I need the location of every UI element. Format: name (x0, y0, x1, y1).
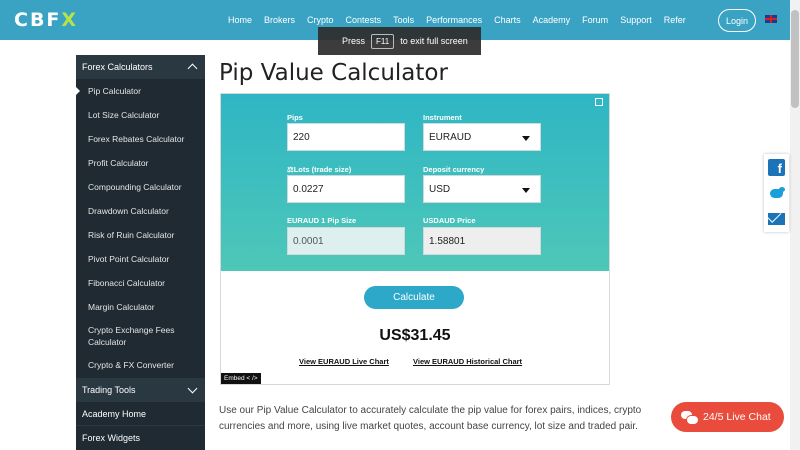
live-chart-link[interactable]: View EURAUD Live Chart (299, 357, 389, 366)
embed-button[interactable]: Embed < /> (221, 373, 261, 384)
nav-crypto[interactable]: Crypto (307, 15, 334, 25)
caret-down-icon (522, 136, 530, 141)
logo-main: CBF (14, 9, 62, 31)
share-bar: f (764, 154, 789, 232)
share-facebook[interactable]: f (764, 154, 789, 180)
calculator-form-panel: Pips 220 Instrument EURAUD ⚖Lots (trade … (221, 94, 609, 271)
calculate-button[interactable]: Calculate (364, 286, 464, 309)
pips-label: Pips (287, 113, 303, 122)
price-field: 1.58801 (423, 227, 541, 255)
page-title: Pip Value Calculator (219, 60, 448, 86)
nav-support[interactable]: Support (620, 15, 652, 25)
intro-paragraph: Use our Pip Value Calculator to accurate… (219, 405, 642, 432)
sidebar-item-profit[interactable]: Profit Calculator (76, 151, 205, 175)
lots-input[interactable]: 0.0227 (287, 175, 405, 203)
scrollbar-thumb[interactable] (791, 10, 799, 108)
sidebar-item-pivot-point[interactable]: Pivot Point Calculator (76, 247, 205, 271)
live-chat-button[interactable]: 24/5 Live Chat (671, 402, 784, 432)
sidebar-item-risk-of-ruin[interactable]: Risk of Ruin Calculator (76, 223, 205, 247)
sidebar-item-fibonacci[interactable]: Fibonacci Calculator (76, 271, 205, 295)
nav-brokers[interactable]: Brokers (264, 15, 295, 25)
facebook-icon: f (768, 158, 785, 176)
nav-tools[interactable]: Tools (393, 15, 414, 25)
sidebar-item-forex-widgets[interactable]: Forex Widgets (76, 425, 205, 449)
share-email[interactable] (764, 206, 789, 232)
sidebar-section-trading-tools[interactable]: Trading Tools (76, 377, 205, 401)
nav-performances[interactable]: Performances (426, 15, 482, 25)
fullscreen-notice: Press F11 to exit full screen (318, 27, 481, 55)
toast-key: F11 (371, 33, 395, 49)
nav-charts[interactable]: Charts (494, 15, 521, 25)
toast-text: to exit full screen (400, 36, 468, 46)
pip-value-result: US$31.45 (379, 327, 451, 344)
instrument-label: Instrument (423, 113, 462, 122)
nav-home[interactable]: Home (228, 15, 252, 25)
historical-chart-link[interactable]: View EURAUD Historical Chart (413, 357, 522, 366)
caret-down-icon (522, 188, 530, 193)
instrument-value: EURAUD (429, 131, 472, 143)
sidebar-item-academy-home[interactable]: Academy Home (76, 401, 205, 425)
nav-contests[interactable]: Contests (346, 15, 382, 25)
nav-forum[interactable]: Forum (582, 15, 608, 25)
sidebar-section-label: Forex Calculators (82, 62, 153, 72)
deposit-currency-value: USD (429, 183, 451, 195)
open-external-icon[interactable] (595, 98, 603, 106)
uk-flag-icon[interactable] (765, 15, 777, 23)
lots-label: ⚖Lots (trade size) (287, 165, 352, 174)
nav-academy[interactable]: Academy (533, 15, 571, 25)
chevron-up-icon (187, 63, 198, 74)
twitter-icon (768, 186, 786, 200)
chevron-down-icon (187, 383, 198, 393)
deposit-currency-select[interactable]: USD (423, 175, 541, 203)
sidebar-item-lot-size[interactable]: Lot Size Calculator (76, 103, 205, 127)
instrument-select[interactable]: EURAUD (423, 123, 541, 151)
sidebar: Forex Calculators Pip Calculator Lot Siz… (76, 55, 205, 450)
sidebar-item-margin[interactable]: Margin Calculator (76, 295, 205, 319)
trading-tools-label: Trading Tools (82, 384, 136, 395)
logo-x: X (61, 9, 79, 31)
email-icon (768, 213, 785, 225)
sidebar-item-compounding[interactable]: Compounding Calculator (76, 175, 205, 199)
pips-input[interactable]: 220 (287, 123, 405, 151)
toast-press: Press (342, 36, 366, 46)
sidebar-item-drawdown[interactable]: Drawdown Calculator (76, 199, 205, 223)
live-chat-label: 24/5 Live Chat (703, 411, 771, 423)
sidebar-section-forex-calculators[interactable]: Forex Calculators (76, 55, 205, 79)
pip-calculator-widget: Pips 220 Instrument EURAUD ⚖Lots (trade … (220, 93, 610, 385)
nav-refer[interactable]: Refer (664, 15, 686, 25)
page-scrollbar[interactable] (790, 0, 800, 450)
share-twitter[interactable] (764, 180, 789, 206)
login-button[interactable]: Login (718, 9, 756, 32)
sidebar-item-crypto-fx-converter[interactable]: Crypto & FX Converter (76, 353, 205, 377)
cbfx-logo[interactable]: CBFX (14, 9, 78, 31)
sidebar-item-forex-rebates[interactable]: Forex Rebates Calculator (76, 127, 205, 151)
sidebar-item-pip-calculator[interactable]: Pip Calculator (76, 79, 205, 103)
deposit-currency-label: Deposit currency (423, 165, 485, 174)
pip-size-field: 0.0001 (287, 227, 405, 255)
pip-size-label: EURAUD 1 Pip Size (287, 216, 357, 225)
chat-bubbles-icon (681, 410, 699, 425)
sidebar-item-crypto-exchange-fees[interactable]: Crypto Exchange Fees Calculator (76, 319, 205, 353)
price-label: USDAUD Price (423, 216, 476, 225)
